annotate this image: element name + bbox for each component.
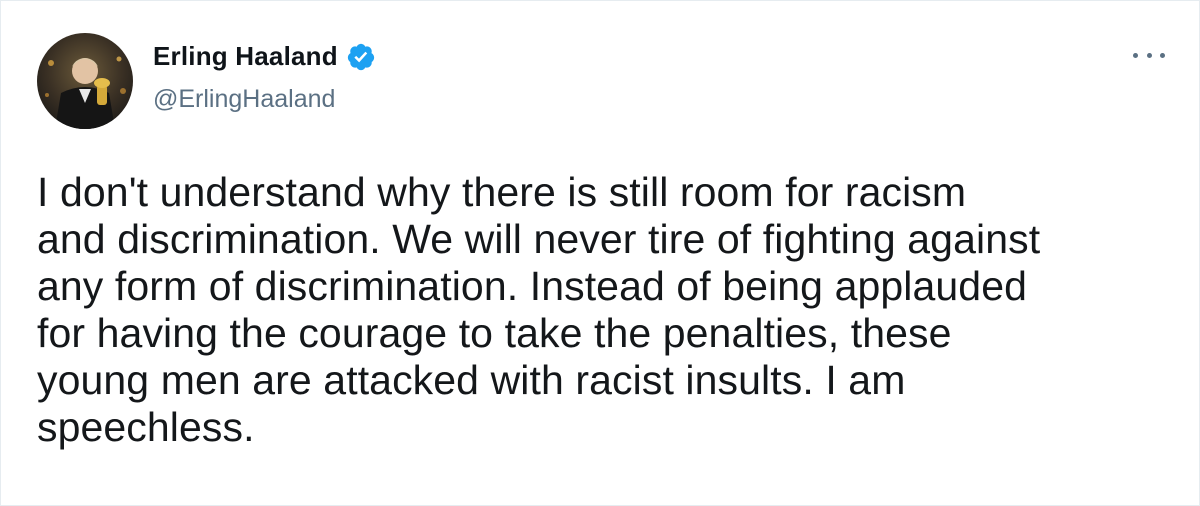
tweet-text: I don't understand why there is still ro… — [37, 169, 1041, 450]
more-options-icon-dot — [1160, 52, 1165, 58]
profile-photo-icon — [37, 33, 133, 129]
author-display-name[interactable]: Erling Haaland — [153, 41, 338, 72]
verified-badge-icon — [346, 42, 376, 72]
more-options-icon-dot — [1146, 52, 1152, 58]
avatar[interactable] — [37, 33, 133, 129]
more-options-button[interactable] — [1133, 45, 1165, 65]
tweet-card: Erling Haaland @ErlingHaaland I don't un… — [0, 0, 1200, 506]
author-name-row: Erling Haaland — [153, 41, 376, 72]
author-handle[interactable]: @ErlingHaaland — [153, 85, 335, 114]
more-options-icon — [1133, 52, 1138, 58]
